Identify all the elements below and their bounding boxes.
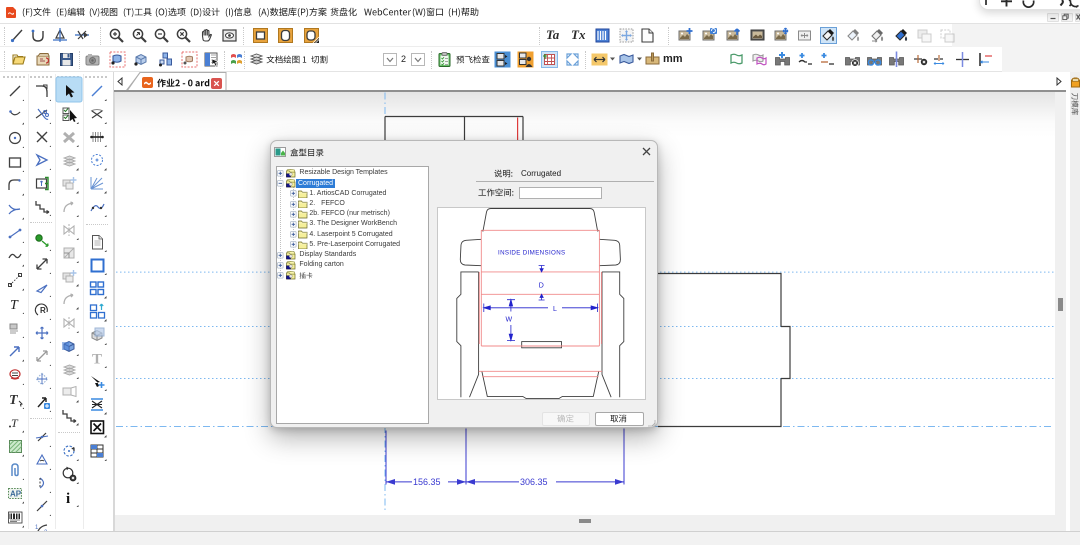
svg-text:306.35: 306.35 <box>520 477 548 487</box>
svg-text:T: T <box>9 393 19 408</box>
svg-text:W: W <box>506 317 513 324</box>
svg-text:T: T <box>92 351 102 367</box>
svg-text:T: T <box>11 416 19 430</box>
svg-text:T: T <box>10 298 19 313</box>
svg-text:i: i <box>66 491 70 507</box>
svg-text:R: R <box>40 306 46 315</box>
svg-text:INSIDE DIMENSIONS: INSIDE DIMENSIONS <box>498 250 566 257</box>
svg-text:D: D <box>539 283 544 290</box>
svg-text:L: L <box>553 306 557 313</box>
svg-text:AP: AP <box>10 490 22 499</box>
svg-text:156.35: 156.35 <box>413 477 441 487</box>
